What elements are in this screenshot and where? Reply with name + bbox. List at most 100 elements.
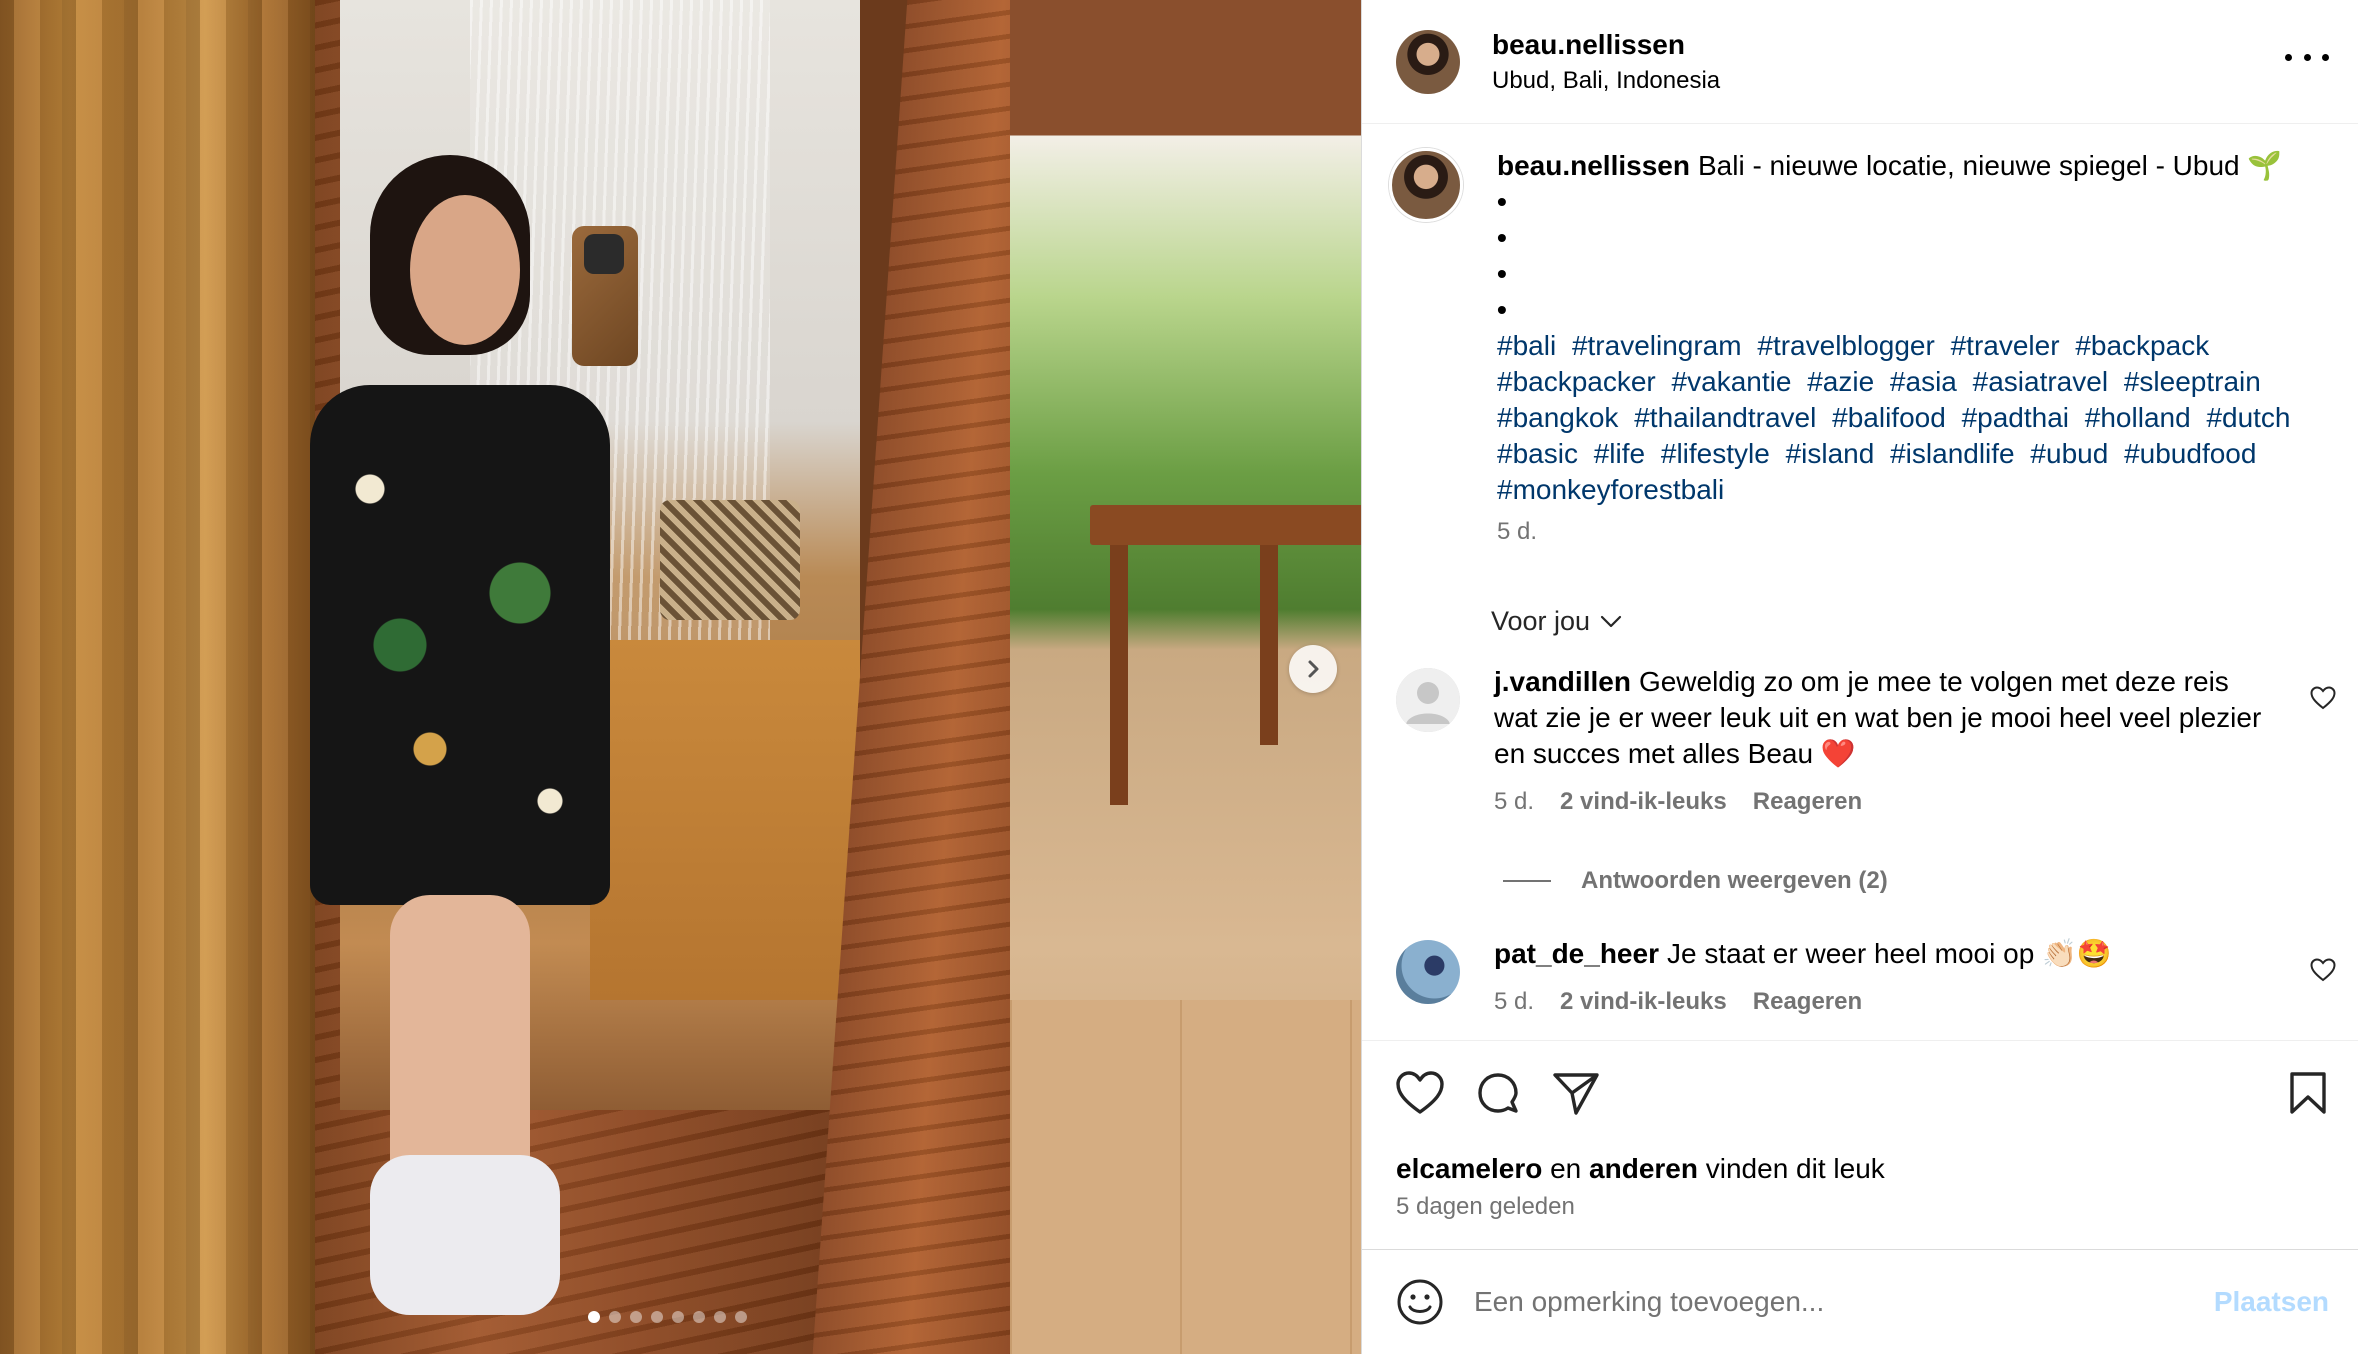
comment-text: Je staat er weer heel mooi op 👏🏻🤩 bbox=[1666, 938, 2112, 969]
pillow bbox=[660, 500, 800, 620]
likes-others[interactable]: anderen bbox=[1589, 1153, 1698, 1184]
carousel-dot bbox=[672, 1311, 684, 1323]
comment-input[interactable] bbox=[1474, 1286, 2214, 1318]
post-comment-button[interactable]: Plaatsen bbox=[2214, 1286, 2329, 1318]
view-replies-label: Antwoorden weergeven (2) bbox=[1581, 867, 1888, 894]
more-icon bbox=[2285, 53, 2292, 61]
hashtag-link[interactable]: #island bbox=[1786, 438, 1875, 469]
hashtag-link[interactable]: #backpack bbox=[2075, 330, 2209, 361]
floral-dress bbox=[310, 385, 610, 905]
caption-bullets: • • • • bbox=[1497, 184, 2317, 328]
comment-likes[interactable]: 2 vind-ik-leuks bbox=[1560, 984, 1727, 1020]
share-icon[interactable] bbox=[1552, 1071, 1600, 1117]
carousel-dot bbox=[693, 1311, 705, 1323]
carousel-dot bbox=[609, 1311, 621, 1323]
divider bbox=[1503, 880, 1551, 882]
caption-username[interactable]: beau.nellissen bbox=[1497, 150, 1690, 181]
caption-time[interactable]: 5 d. bbox=[1497, 514, 2317, 550]
hashtag-link[interactable]: #monkeyforestbali bbox=[1497, 474, 1724, 505]
phone bbox=[572, 226, 638, 366]
liker-username[interactable]: elcamelero bbox=[1396, 1153, 1542, 1184]
avatar[interactable] bbox=[1396, 668, 1460, 732]
carousel-next-button[interactable] bbox=[1289, 645, 1337, 693]
terrace-floor bbox=[1010, 1000, 1361, 1354]
hashtag-link[interactable]: #thailandtravel bbox=[1634, 402, 1816, 433]
caption-bullet: • bbox=[1497, 258, 1507, 289]
comment-filter-dropdown[interactable]: Voor jou bbox=[1491, 606, 1622, 637]
comment-icon[interactable] bbox=[1474, 1071, 1522, 1119]
bookmark-icon[interactable] bbox=[2289, 1071, 2327, 1115]
hashtag-link[interactable]: #asia bbox=[1890, 366, 1957, 397]
hashtag-link[interactable]: #azie bbox=[1807, 366, 1874, 397]
hashtag-link[interactable]: #traveler bbox=[1951, 330, 2060, 361]
filter-label: Voor jou bbox=[1491, 606, 1591, 636]
hashtag-link[interactable]: #travelblogger bbox=[1757, 330, 1934, 361]
hashtag-link[interactable]: #sleeptrain bbox=[2124, 366, 2261, 397]
table-leg bbox=[1260, 545, 1278, 745]
default-user-icon bbox=[1396, 668, 1460, 732]
hashtag-link[interactable]: #balifood bbox=[1832, 402, 1946, 433]
chevron-down-icon bbox=[1600, 615, 1622, 627]
comment-time[interactable]: 5 d. bbox=[1494, 784, 1534, 820]
reply-button[interactable]: Reageren bbox=[1753, 784, 1862, 820]
carousel-dots bbox=[588, 1311, 747, 1323]
hashtag-link[interactable]: #backpacker bbox=[1497, 366, 1656, 397]
post-date[interactable]: 5 dagen geleden bbox=[1396, 1193, 1575, 1221]
carousel-dot bbox=[735, 1311, 747, 1323]
hashtag-link[interactable]: #basic bbox=[1497, 438, 1578, 469]
comment-likes[interactable]: 2 vind-ik-leuks bbox=[1560, 784, 1727, 820]
hashtag-link[interactable]: #padthai bbox=[1962, 402, 2069, 433]
hashtag-link[interactable]: #ubudfood bbox=[2124, 438, 2256, 469]
caption-text: Bali - nieuwe locatie, nieuwe spiegel - … bbox=[1697, 150, 2283, 181]
chevron-right-icon bbox=[1308, 660, 1319, 678]
more-options-button[interactable] bbox=[2285, 42, 2329, 72]
comment-time[interactable]: 5 d. bbox=[1494, 984, 1534, 1020]
carousel-dot bbox=[714, 1311, 726, 1323]
post-header: beau.nellissen Ubud, Bali, Indonesia bbox=[1362, 0, 2358, 124]
emoji-icon[interactable] bbox=[1396, 1278, 1444, 1326]
hashtag-link[interactable]: #holland bbox=[2085, 402, 2191, 433]
avatar[interactable] bbox=[1389, 148, 1463, 222]
caption-bullet: • bbox=[1497, 222, 1507, 253]
heart-icon[interactable] bbox=[2310, 686, 2336, 710]
comment-username[interactable]: j.vandillen bbox=[1494, 666, 1631, 697]
caption-bullet: • bbox=[1497, 186, 1507, 217]
hashtag-link[interactable]: #lifestyle bbox=[1661, 438, 1770, 469]
view-replies-button[interactable]: Antwoorden weergeven (2) bbox=[1503, 867, 1888, 895]
comment: pat_de_heer Je staat er weer heel mooi op… bbox=[1396, 936, 2336, 1020]
avatar[interactable] bbox=[1396, 29, 1460, 94]
caption: beau.nellissen Bali - nieuwe locatie, nie… bbox=[1389, 148, 2339, 550]
post-photo[interactable] bbox=[0, 0, 1361, 1354]
hashtag-link[interactable]: #travelingram bbox=[1572, 330, 1742, 361]
hashtag-link[interactable]: #dutch bbox=[2206, 402, 2290, 433]
carousel-dot bbox=[588, 1311, 600, 1323]
post-location[interactable]: Ubud, Bali, Indonesia bbox=[1492, 65, 1720, 97]
post-details-panel: beau.nellissen Ubud, Bali, Indonesia bea… bbox=[1361, 0, 2358, 1354]
carousel-dot bbox=[630, 1311, 642, 1323]
likes-summary: elcamelero en anderen vinden dit leuk bbox=[1396, 1153, 1885, 1185]
sneakers bbox=[370, 1155, 560, 1315]
table-leg bbox=[1110, 545, 1128, 805]
face bbox=[410, 195, 520, 345]
hashtag-link[interactable]: #ubud bbox=[2030, 438, 2108, 469]
heart-icon[interactable] bbox=[2310, 958, 2336, 982]
hashtag-link[interactable]: #life bbox=[1594, 438, 1645, 469]
caption-bullet: • bbox=[1497, 294, 1507, 325]
reply-button[interactable]: Reageren bbox=[1753, 984, 1862, 1020]
hashtag-link[interactable]: #bali bbox=[1497, 330, 1556, 361]
hashtag-link[interactable]: #vakantie bbox=[1672, 366, 1792, 397]
post-actions: elcamelero en anderen vinden dit leuk 5 … bbox=[1362, 1040, 2358, 1220]
phone-camera bbox=[584, 234, 624, 274]
comment-username[interactable]: pat_de_heer bbox=[1494, 938, 1659, 969]
author-username[interactable]: beau.nellissen bbox=[1492, 27, 1720, 63]
add-comment-bar: Plaatsen bbox=[1362, 1249, 2358, 1354]
hashtags: #bali #travelingram #travelblogger #trav… bbox=[1497, 328, 2317, 508]
hashtag-link[interactable]: #asiatravel bbox=[1973, 366, 2108, 397]
curtain bbox=[0, 0, 315, 1354]
hashtag-link[interactable]: #bangkok bbox=[1497, 402, 1618, 433]
hashtag-link[interactable]: #islandlife bbox=[1890, 438, 2015, 469]
carousel-dot bbox=[651, 1311, 663, 1323]
terrace-table bbox=[1090, 505, 1361, 545]
avatar[interactable] bbox=[1396, 940, 1460, 1004]
like-icon[interactable] bbox=[1396, 1071, 1444, 1115]
